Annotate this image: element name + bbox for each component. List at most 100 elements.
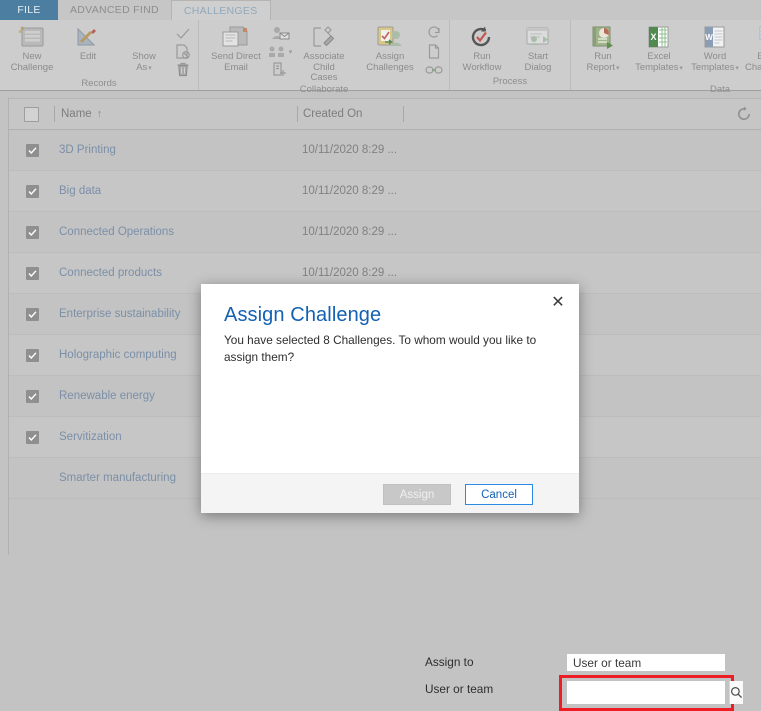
row-name-link[interactable]: Servitization	[59, 431, 122, 443]
row-checkbox[interactable]	[26, 390, 39, 403]
ribbon-button-connect[interactable]: ▾	[269, 43, 291, 60]
row-name-link[interactable]: Connected products	[59, 267, 162, 279]
add-note-icon	[272, 62, 288, 77]
ribbon-button-label: Word Templates▾	[691, 52, 739, 74]
svg-text:X: X	[650, 32, 656, 42]
select-all-checkbox[interactable]	[24, 107, 39, 122]
column-divider[interactable]	[297, 106, 298, 122]
ribbon-button-label: Assign Challenges	[366, 52, 414, 73]
svg-text:W: W	[705, 33, 713, 42]
ribbon-button-add-contact[interactable]	[269, 25, 291, 42]
ribbon-button-show-as[interactable]: Show As▾	[116, 23, 172, 74]
row-checkbox[interactable]	[26, 267, 39, 280]
ribbon-button-add-note[interactable]	[269, 61, 291, 78]
chevron-down-icon: ▾	[735, 65, 739, 72]
ribbon-button-label: Start Dialog	[525, 52, 552, 73]
document-icon	[427, 44, 441, 59]
check-icon	[28, 269, 37, 278]
ribbon-button-export-challenges[interactable]: x Export Challenges▾	[743, 23, 761, 74]
user-or-team-lookup[interactable]	[566, 680, 726, 705]
assign-challenge-dialog: ✕ Assign Challenge You have selected 8 C…	[201, 284, 579, 513]
associate-child-cases-icon	[310, 24, 338, 50]
ribbon-button-new-challenge[interactable]: New Challenge	[4, 23, 60, 73]
row-name-link[interactable]: 3D Printing	[59, 144, 116, 156]
row-name-link[interactable]: Big data	[59, 185, 101, 197]
assign-to-value[interactable]: User or team	[566, 653, 726, 672]
connect-icon	[268, 45, 288, 59]
add-contact-icon	[270, 26, 290, 41]
ribbon-group-title: Records	[0, 78, 198, 92]
ribbon-button-run-workflow[interactable]: Run Workflow	[454, 23, 510, 73]
dialog-footer: Assign Cancel	[201, 473, 579, 513]
row-name-link[interactable]: Holographic computing	[59, 349, 177, 361]
ribbon-button-run-report[interactable]: Run Report▾	[575, 23, 631, 74]
refresh-icon[interactable]	[735, 105, 753, 123]
ribbon-button-excel-templates[interactable]: X Excel Templates▾	[631, 23, 687, 74]
ribbon-button-label: Send Direct Email	[211, 52, 261, 73]
ribbon-button-assign-challenges[interactable]: Assign Challenges	[357, 23, 423, 73]
run-report-icon	[589, 24, 617, 50]
lookup-search-button[interactable]	[729, 681, 743, 704]
ribbon-button-deactivate[interactable]	[172, 43, 194, 60]
tab-file[interactable]: FILE	[0, 0, 58, 20]
link-icon	[425, 64, 443, 76]
ribbon-small-buttons-collab-1: ▾	[269, 23, 291, 78]
row-checkbox[interactable]	[26, 185, 39, 198]
ribbon-button-label: Run Report▾	[586, 52, 619, 74]
ribbon-small-buttons-records	[172, 23, 194, 78]
check-icon	[28, 146, 37, 155]
ribbon-button-sharing[interactable]	[423, 25, 445, 42]
check-icon	[28, 351, 37, 360]
row-checkbox[interactable]	[26, 144, 39, 157]
ribbon-button-edit[interactable]: Edit	[60, 23, 116, 63]
ribbon-button-label: Show As▾	[132, 52, 156, 74]
ribbon-button-delete[interactable]	[172, 61, 194, 78]
dialog-description: You have selected 8 Challenges. To whom …	[224, 332, 556, 366]
row-name-link[interactable]: Smarter manufacturing	[59, 472, 176, 484]
column-header-created-on[interactable]: Created On	[303, 99, 362, 129]
field-row-user-or-team: User or team	[425, 682, 493, 696]
column-divider[interactable]	[54, 106, 55, 122]
tab-challenges[interactable]: CHALLENGES	[171, 0, 271, 20]
ribbon-button-associate-child-cases[interactable]: Associate Child Cases	[291, 23, 357, 84]
row-name-link[interactable]: Connected Operations	[59, 226, 174, 238]
ribbon-button-word-templates[interactable]: W Word Templates▾	[687, 23, 743, 74]
table-row[interactable]: 3D Printing 10/11/2020 8:29 ...	[9, 130, 761, 171]
assign-button[interactable]: Assign	[383, 484, 451, 505]
ribbon-button-send-direct-email[interactable]: Send Direct Email	[203, 23, 269, 73]
ribbon-group-process: Run Workflow Start Dialog	[449, 20, 570, 90]
grid-header-row: Name ↑ Created On	[9, 98, 761, 130]
ribbon-button-start-dialog[interactable]: Start Dialog	[510, 23, 566, 73]
ribbon-button-link[interactable]	[423, 61, 445, 78]
ribbon-button-activate[interactable]	[172, 25, 194, 42]
ribbon-tabstrip: FILE ADVANCED FIND CHALLENGES	[0, 0, 761, 20]
table-row[interactable]: Connected Operations10/11/2020 8:29 ...	[9, 212, 761, 253]
check-icon	[28, 433, 37, 442]
row-checkbox[interactable]	[26, 308, 39, 321]
field-label-assign-to: Assign to	[425, 655, 474, 669]
ribbon-group-collaborate: Send Direct Email	[198, 20, 449, 90]
row-checkbox[interactable]	[26, 431, 39, 444]
table-row[interactable]: Big data 10/11/2020 8:29 ...	[9, 171, 761, 212]
show-as-icon	[132, 24, 156, 50]
tab-advanced-find[interactable]: ADVANCED FIND	[58, 0, 171, 20]
row-checkbox[interactable]	[26, 349, 39, 362]
cancel-button[interactable]: Cancel	[465, 484, 533, 505]
chevron-down-icon: ▾	[616, 65, 620, 72]
check-icon	[28, 228, 37, 237]
chevron-down-icon: ▾	[148, 65, 152, 72]
ribbon-button-document[interactable]	[423, 43, 445, 60]
row-created-on: 10/11/2020 8:29 ...	[302, 185, 397, 197]
ribbon-button-label: Excel Templates▾	[635, 52, 683, 74]
column-divider[interactable]	[403, 106, 404, 122]
row-created-on: 10/11/2020 8:29 ...	[302, 144, 397, 156]
row-checkbox[interactable]	[26, 226, 39, 239]
row-name-link[interactable]: Renewable energy	[59, 390, 155, 402]
ribbon-button-label: Edit	[80, 52, 96, 63]
chevron-down-icon: ▾	[679, 65, 683, 72]
row-name-link[interactable]: Enterprise sustainability	[59, 308, 180, 320]
new-record-icon	[18, 24, 46, 50]
column-header-name[interactable]: Name ↑	[61, 99, 102, 129]
close-icon[interactable]: ✕	[549, 294, 567, 312]
user-or-team-input[interactable]	[567, 681, 729, 704]
